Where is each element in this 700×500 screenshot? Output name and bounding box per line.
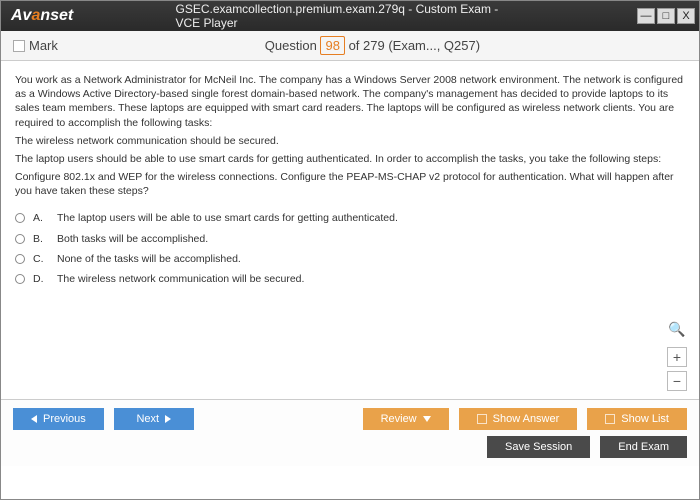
next-button[interactable]: Next [114, 408, 194, 430]
radio-icon[interactable] [15, 234, 25, 244]
magnify-icon[interactable]: 🔍 [668, 320, 685, 339]
answer-option[interactable]: B. Both tasks will be accomplished. [15, 229, 685, 249]
review-button[interactable]: Review [363, 408, 449, 430]
answer-option[interactable]: A. The laptop users will be able to use … [15, 208, 685, 228]
logo-text-pre: Av [11, 7, 31, 24]
option-text: The wireless network communication will … [57, 272, 304, 286]
close-button[interactable]: X [677, 8, 695, 24]
answer-option[interactable]: C. None of the tasks will be accomplishe… [15, 249, 685, 269]
titlebar: Avanset GSEC.examcollection.premium.exam… [1, 1, 699, 31]
maximize-button[interactable]: □ [657, 8, 675, 24]
end-exam-button[interactable]: End Exam [600, 436, 687, 458]
review-label: Review [381, 413, 417, 425]
question-paragraph: Configure 802.1x and WEP for the wireles… [15, 170, 685, 198]
show-answer-label: Show Answer [493, 413, 560, 425]
footer-toolbar: Previous Next Review Show Answer Show Li… [1, 399, 699, 466]
checkbox-icon [477, 414, 487, 424]
session-group: Save Session End Exam [487, 436, 687, 458]
question-paragraph: The laptop users should be able to use s… [15, 152, 685, 166]
previous-button[interactable]: Previous [13, 408, 104, 430]
chevron-right-icon [165, 415, 171, 423]
show-answer-button[interactable]: Show Answer [459, 408, 578, 430]
window-title: GSEC.examcollection.premium.exam.279q - … [176, 2, 525, 30]
radio-icon[interactable] [15, 274, 25, 284]
question-number: 98 [320, 36, 344, 55]
chevron-down-icon [423, 416, 431, 422]
show-list-button[interactable]: Show List [587, 408, 687, 430]
question-content: You work as a Network Administrator for … [1, 61, 699, 399]
zoom-in-button[interactable]: + [667, 347, 687, 367]
option-letter: D. [33, 272, 49, 286]
zoom-controls: 🔍 + − [667, 320, 687, 391]
question-paragraph: You work as a Network Administrator for … [15, 73, 685, 130]
question-paragraph: The wireless network communication shoul… [15, 134, 685, 148]
previous-label: Previous [43, 413, 86, 425]
window-controls: — □ X [637, 8, 695, 24]
minimize-button[interactable]: — [637, 8, 655, 24]
question-total: of 279 (Exam..., Q257) [349, 38, 481, 53]
option-letter: C. [33, 252, 49, 266]
answer-option[interactable]: D. The wireless network communication wi… [15, 269, 685, 289]
mark-toggle[interactable]: Mark [13, 38, 58, 53]
answer-options: A. The laptop users will be able to use … [15, 208, 685, 289]
option-letter: B. [33, 232, 49, 246]
chevron-left-icon [31, 415, 37, 423]
footer-row-1: Previous Next Review Show Answer Show Li… [13, 408, 687, 430]
option-text: None of the tasks will be accomplished. [57, 252, 241, 266]
question-word: Question [265, 38, 317, 53]
action-group: Review Show Answer Show List [363, 408, 687, 430]
mark-label: Mark [29, 38, 58, 53]
option-text: The laptop users will be able to use sma… [57, 211, 398, 225]
app-logo: Avanset [11, 7, 73, 25]
option-letter: A. [33, 211, 49, 225]
save-session-button[interactable]: Save Session [487, 436, 590, 458]
question-counter: Question 98 of 279 (Exam..., Q257) [58, 38, 687, 53]
checkbox-icon [605, 414, 615, 424]
radio-icon[interactable] [15, 254, 25, 264]
next-label: Next [136, 413, 159, 425]
nav-group: Previous Next [13, 408, 194, 430]
mark-checkbox[interactable] [13, 40, 25, 52]
logo-text-post: nset [40, 7, 73, 24]
show-list-label: Show List [621, 413, 669, 425]
question-header: Mark Question 98 of 279 (Exam..., Q257) [1, 31, 699, 61]
zoom-out-button[interactable]: − [667, 371, 687, 391]
radio-icon[interactable] [15, 213, 25, 223]
option-text: Both tasks will be accomplished. [57, 232, 208, 246]
footer-row-2: Save Session End Exam [13, 436, 687, 458]
